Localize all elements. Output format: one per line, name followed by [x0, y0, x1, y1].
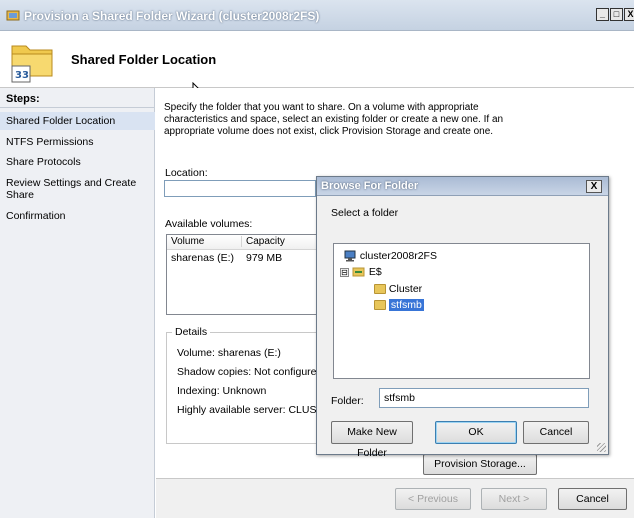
- folder-name-input[interactable]: stfsmb: [379, 388, 589, 408]
- ok-button[interactable]: OK: [435, 421, 517, 444]
- collapse-toggle-icon[interactable]: ⊟: [340, 267, 349, 277]
- make-new-folder-button[interactable]: Make New Folder: [331, 421, 413, 459]
- dialog-title: Browse For Folder: [321, 180, 419, 192]
- previous-button[interactable]: < Previous: [395, 488, 471, 510]
- wizard-app-icon: [6, 10, 20, 21]
- tree-item-drive[interactable]: ⊟ E$: [340, 266, 382, 278]
- window-title: Provision a Shared Folder Wizard (cluste…: [24, 9, 320, 23]
- step-ntfs-permissions[interactable]: NTFS Permissions: [0, 134, 155, 150]
- provision-storage-button[interactable]: Provision Storage...: [423, 454, 537, 475]
- volumes-header: Volume Capacity: [167, 235, 316, 250]
- next-button[interactable]: Next >: [481, 488, 547, 510]
- shared-drive-icon: [352, 267, 365, 277]
- tree-item-cluster[interactable]: Cluster: [374, 283, 422, 295]
- detail-indexing: Indexing: Unknown: [177, 385, 267, 397]
- folder-label: Folder:: [331, 395, 364, 407]
- tree-item-stfsmb[interactable]: stfsmb: [374, 299, 424, 311]
- steps-pane: Steps: Shared Folder Location NTFS Permi…: [0, 88, 155, 518]
- wizard-header: 33 Shared Folder Location: [0, 31, 634, 100]
- browse-for-folder-dialog[interactable]: Browse For Folder X Select a folder clus…: [316, 176, 609, 459]
- column-capacity[interactable]: Capacity: [241, 236, 285, 247]
- dialog-prompt: Select a folder: [331, 207, 399, 219]
- folder-icon: [374, 300, 386, 311]
- cancel-button[interactable]: Cancel: [558, 488, 627, 510]
- detail-highly-available-server: Highly available server: CLUST: [177, 404, 316, 416]
- step-review-settings[interactable]: Review Settings and Create Share: [0, 176, 155, 202]
- step-shared-folder-location[interactable]: Shared Folder Location: [0, 112, 155, 130]
- shared-folder-icon: 33: [11, 45, 53, 83]
- location-input[interactable]: [164, 180, 316, 197]
- steps-heading: Steps:: [0, 88, 155, 108]
- minimize-button[interactable]: _: [596, 8, 609, 21]
- tree-item-label: cluster2008r2FS: [359, 250, 437, 262]
- table-row[interactable]: sharenas (E:) 979 MB: [167, 250, 316, 264]
- tree-item-label: Cluster: [388, 283, 423, 295]
- tree-item-label: stfsmb: [388, 299, 424, 311]
- volume-capacity-cell: 979 MB: [246, 252, 283, 264]
- maximize-button[interactable]: □: [610, 8, 623, 21]
- location-label: Location:: [165, 167, 208, 179]
- computer-icon: [344, 250, 356, 262]
- dialog-cancel-button[interactable]: Cancel: [523, 421, 589, 444]
- step-share-protocols[interactable]: Share Protocols: [0, 154, 155, 170]
- volumes-list[interactable]: Volume Capacity sharenas (E:) 979 MB: [166, 234, 317, 315]
- volume-name-cell: sharenas (E:): [171, 252, 235, 264]
- folder-tree[interactable]: cluster2008r2FS ⊟ E$ Cluster stfsmb: [333, 243, 590, 379]
- detail-volume: Volume: sharenas (E:): [177, 347, 281, 359]
- resize-grip[interactable]: [597, 443, 606, 452]
- svg-text:33: 33: [15, 70, 29, 81]
- close-button[interactable]: X: [624, 8, 634, 21]
- tree-item-computer[interactable]: cluster2008r2FS: [343, 250, 437, 262]
- instructions-text: Specify the folder that you want to shar…: [164, 102, 504, 137]
- dialog-close-button[interactable]: X: [586, 180, 602, 193]
- wizard-footer: < Previous Next > Cancel: [156, 478, 634, 518]
- column-volume[interactable]: Volume: [171, 236, 204, 247]
- available-volumes-label: Available volumes:: [165, 218, 253, 230]
- folder-icon: [374, 284, 386, 295]
- dialog-title-bar[interactable]: Browse For Folder X: [317, 177, 608, 196]
- page-title: Shared Folder Location: [71, 52, 217, 67]
- tree-item-label: E$: [368, 266, 382, 278]
- window-title-bar[interactable]: Provision a Shared Folder Wizard (cluste…: [0, 0, 634, 31]
- step-confirmation[interactable]: Confirmation: [0, 208, 155, 224]
- detail-shadow-copies: Shadow copies: Not configure: [177, 366, 316, 378]
- details-legend: Details: [172, 326, 211, 338]
